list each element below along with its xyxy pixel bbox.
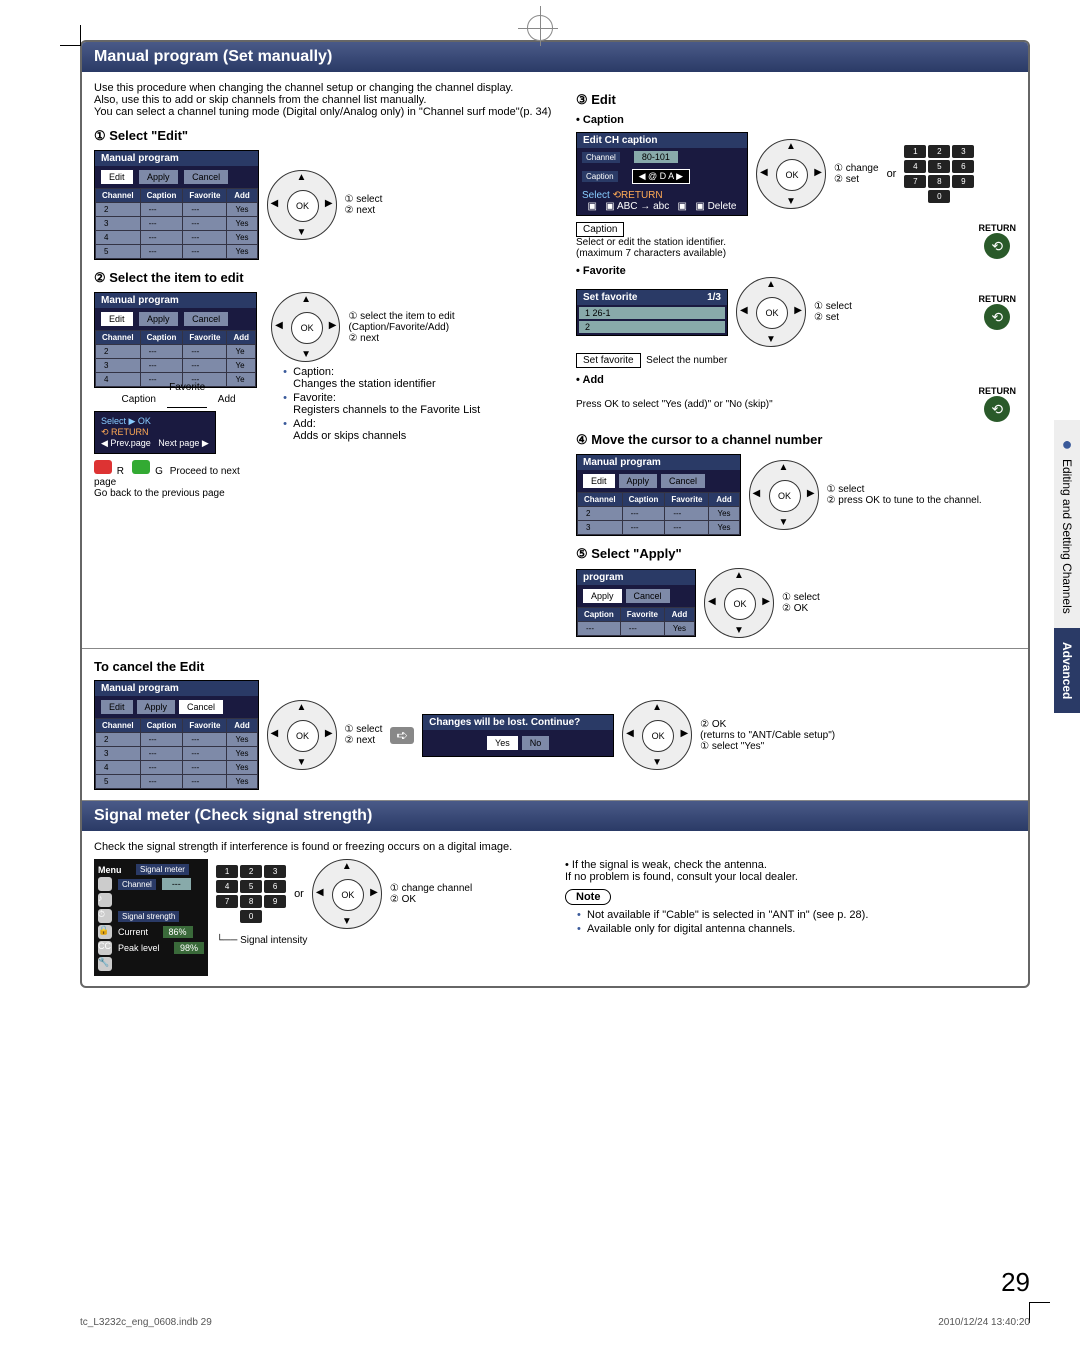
section2-banner: Signal meter (Check signal strength) <box>82 801 1028 831</box>
content-frame: Manual program (Set manually) Use this p… <box>80 40 1030 988</box>
nav-control: OK ▲▼◀▶ <box>267 170 337 240</box>
nav-control: OK▲▼◀▶ <box>749 460 819 530</box>
arrow-icon: ➪ <box>390 727 414 744</box>
footer: tc_L3232c_eng_0608.indb 29 2010/12/24 13… <box>80 1317 1030 1328</box>
sub-favorite: • Favorite <box>576 265 1016 277</box>
red-button-icon <box>94 460 112 474</box>
registration-mark <box>527 15 553 41</box>
side-tab-advanced: Advanced <box>1054 628 1080 713</box>
item-descriptions: Caption: Changes the station identifier … <box>271 366 556 442</box>
note-label: Note <box>565 889 611 905</box>
step3-title: ③ Edit <box>576 92 1016 108</box>
sub-add: • Add <box>576 374 1016 386</box>
picture-icon <box>98 877 112 891</box>
osd-page-nav: Select ▶ OK ⟲ RETURN ◀ Prev.page Next pa… <box>94 411 216 454</box>
note-list: Not available if "Cable" is selected in … <box>565 909 1016 935</box>
osd-manual-program: Manual program Edit Apply Cancel Channel… <box>94 150 259 260</box>
return-icon: ⟲ <box>984 304 1010 330</box>
return-icon: ⟲ <box>984 396 1010 422</box>
nav-control: OK▲▼◀▶ <box>622 700 692 770</box>
goback-label: Go back to the previous page <box>94 488 263 499</box>
intro-text: Use this procedure when changing the cha… <box>94 82 556 118</box>
crop-mark <box>1029 1302 1050 1323</box>
weak-signal-note: • If the signal is weak, check the anten… <box>565 859 1016 883</box>
setup-icon: 🔧 <box>98 957 112 971</box>
step1-title: ① Select "Edit" <box>94 128 556 144</box>
label-favorite: Favorite <box>167 382 207 408</box>
osd-confirm: Changes will be lost. Continue? YesNo <box>422 714 614 757</box>
keypad-icon: 1234567890 <box>904 145 974 203</box>
keypad-icon: 1234567890 <box>216 865 286 923</box>
osd-select-item: Manual program Edit Apply Cancel Channel… <box>94 292 257 388</box>
signal-meter-menu: Menu Signal meter Channel--- ♪ ⏱Signal s… <box>94 859 208 976</box>
step5-title: ⑤ Select "Apply" <box>576 546 1016 562</box>
step2-title: ② Select the item to edit <box>94 270 556 286</box>
osd-cancel: Manual program EditApplyCancel ChannelCa… <box>94 680 259 790</box>
nav-control: OK▲▼◀▶ <box>267 700 337 770</box>
caption-box-label: Caption <box>576 222 624 237</box>
nav-control: OK▲▼◀▶ <box>271 292 340 362</box>
green-button-icon <box>132 460 150 474</box>
side-tab-editing: ●Editing and Setting Channels <box>1054 420 1080 628</box>
sig-intro: Check the signal strength if interferenc… <box>94 841 1016 853</box>
lock-icon: 🔒 <box>98 925 112 939</box>
return-icon: ⟲ <box>984 233 1010 259</box>
osd-set-favorite: Set favorite1/3 1 26-1 2 <box>576 289 728 336</box>
section1-banner: Manual program (Set manually) <box>82 42 1028 72</box>
osd-apply: program ApplyCancel CaptionFavoriteAdd -… <box>576 569 696 637</box>
label-add: Add <box>218 394 236 405</box>
nav-control: OK▲▼◀▶ <box>704 568 774 638</box>
osd-edit-caption: Edit CH caption Channel80-101 Caption◀ @… <box>576 132 748 216</box>
cc-icon: CC <box>98 941 112 955</box>
crop-mark <box>60 25 81 46</box>
sub-caption: • Caption <box>576 114 1016 126</box>
page-number: 29 <box>1001 1267 1030 1298</box>
side-tabs: ●Editing and Setting Channels Advanced <box>1054 420 1080 713</box>
nav-control: OK▲▼◀▶ <box>312 859 382 929</box>
nav-control: OK▲▼◀▶ <box>756 139 826 209</box>
timer-icon: ⏱ <box>98 909 112 923</box>
step4-title: ④ Move the cursor to a channel number <box>576 432 1016 448</box>
nav-control: OK▲▼◀▶ <box>736 277 806 347</box>
cancel-title: To cancel the Edit <box>94 659 1016 674</box>
signal-intensity-label: Signal intensity <box>240 935 307 946</box>
audio-icon: ♪ <box>98 893 112 907</box>
label-caption: Caption <box>122 394 156 405</box>
osd-move-cursor: Manual program EditApplyCancel ChannelCa… <box>576 454 741 536</box>
proceed-label: Proceed to next page <box>94 466 240 488</box>
